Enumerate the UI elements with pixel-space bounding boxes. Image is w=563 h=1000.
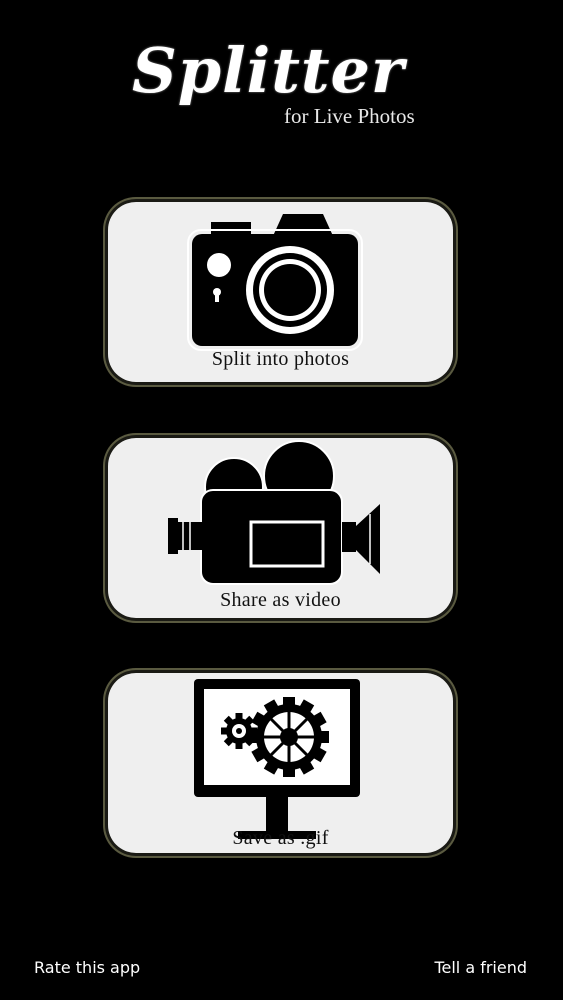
app-title: Splitter (132, 34, 405, 107)
monitor-gears-icon (194, 679, 360, 839)
rate-this-app-link[interactable]: Rate this app (34, 958, 140, 977)
share-as-video-button[interactable]: Share as video (108, 438, 453, 618)
save-as-gif-label: Save as .gif (232, 827, 329, 849)
app-logo: Splitter for Live Photos (120, 30, 440, 140)
split-into-photos-button[interactable]: Split into photos (108, 202, 453, 382)
save-as-gif-button[interactable]: Save as .gif (108, 673, 453, 853)
split-into-photos-label: Split into photos (211, 348, 350, 370)
tell-a-friend-link[interactable]: Tell a friend (434, 958, 527, 977)
app-subtitle: for Live Photos (284, 104, 415, 128)
share-as-video-label: Share as video (220, 589, 341, 611)
